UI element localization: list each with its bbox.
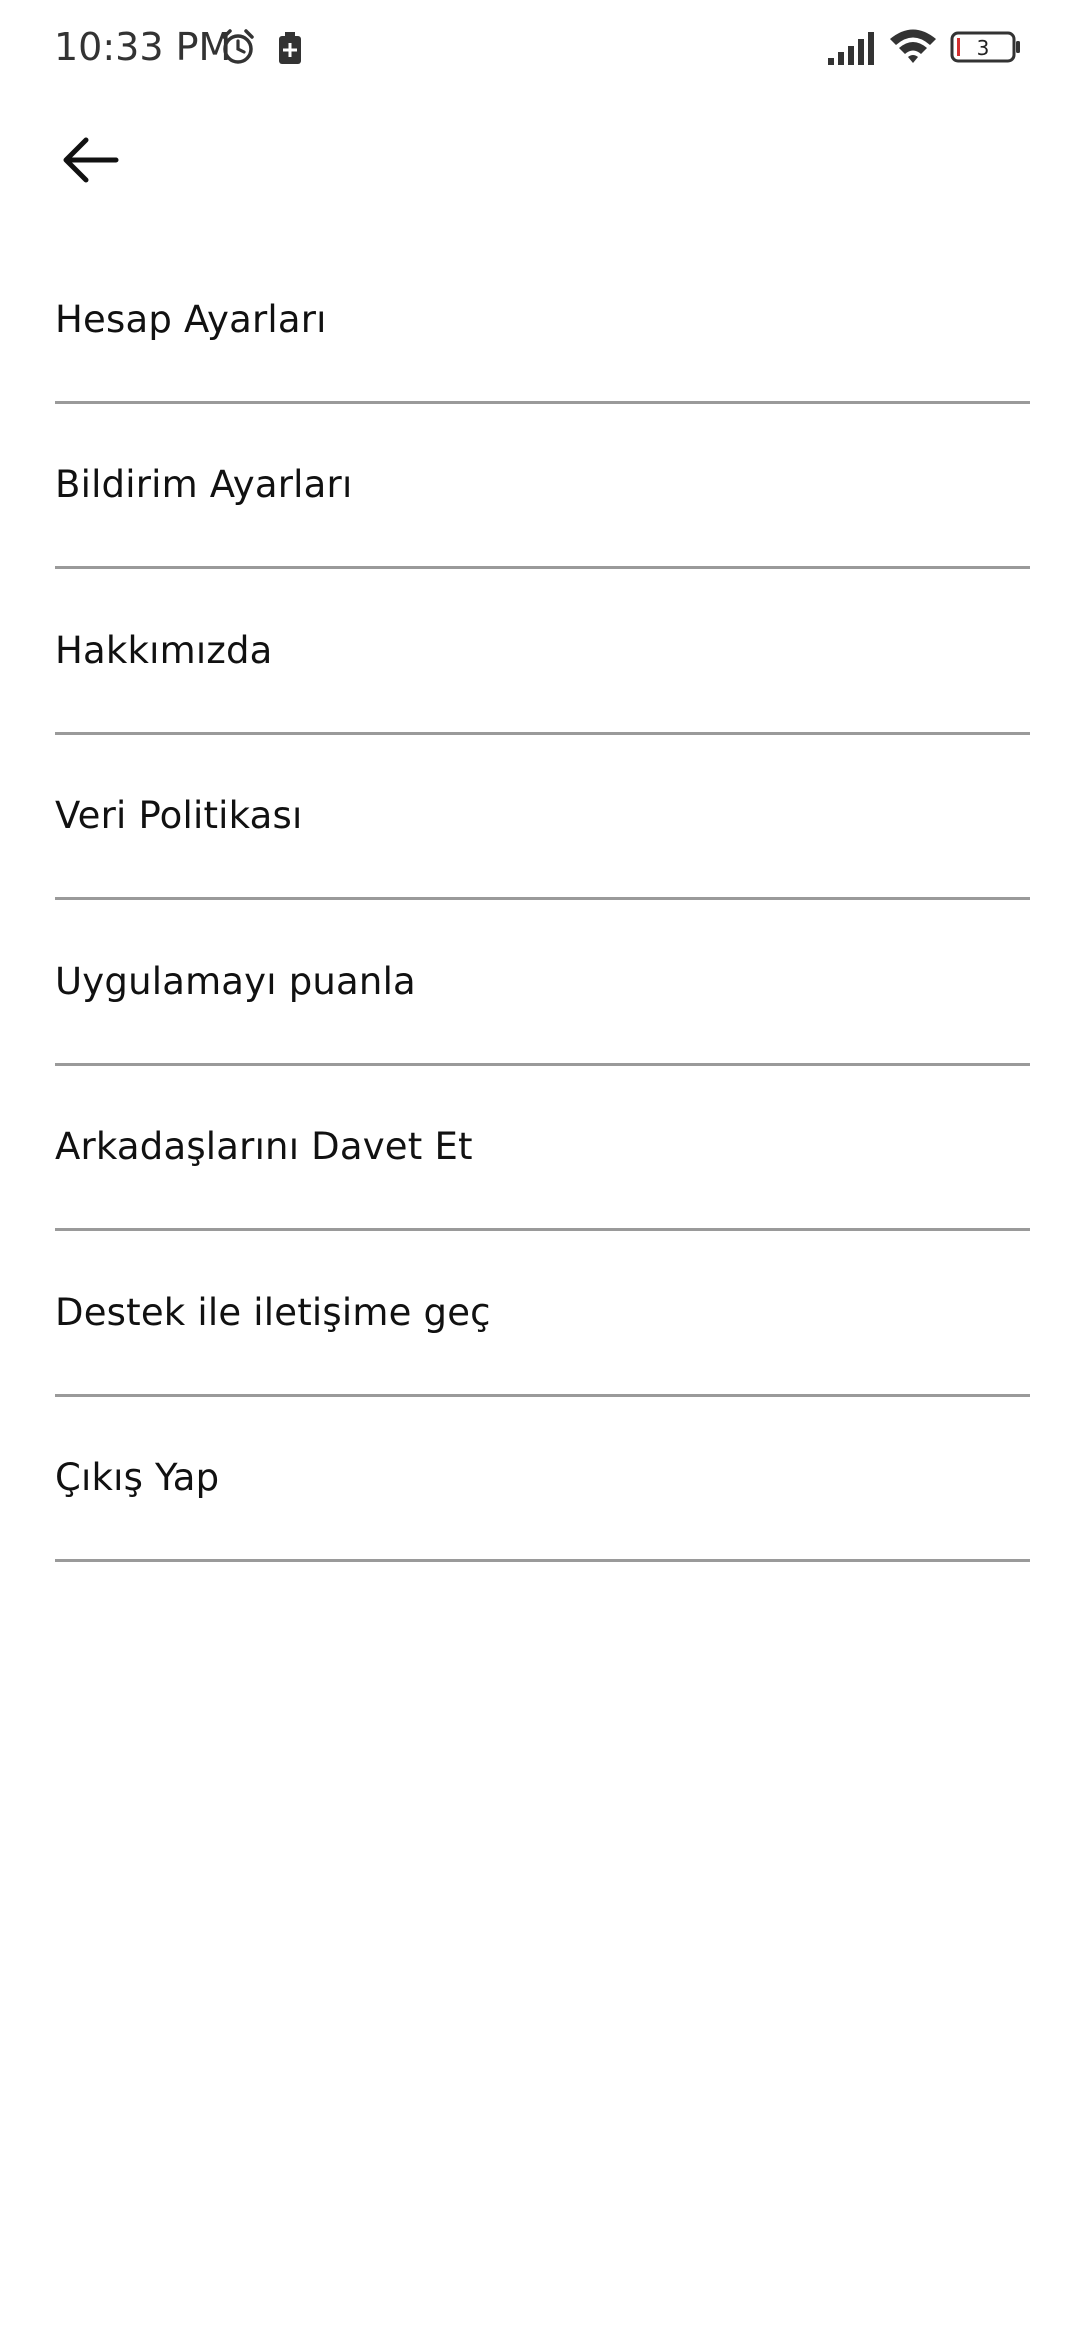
menu-item-label: Destek ile iletişime geç <box>55 1290 491 1334</box>
settings-menu: Hesap Ayarları Bildirim Ayarları Hakkımı… <box>55 238 1030 1562</box>
menu-item-veri-politikasi[interactable]: Veri Politikası <box>55 735 1030 900</box>
menu-item-hesap-ayarlari[interactable]: Hesap Ayarları <box>55 238 1030 404</box>
signal-icon <box>828 32 874 65</box>
menu-item-label: Arkadaşlarını Davet Et <box>55 1125 473 1169</box>
wifi-icon <box>890 29 936 63</box>
menu-item-destek-iletisim[interactable]: Destek ile iletişime geç <box>55 1231 1030 1397</box>
menu-item-cikis-yap[interactable]: Çıkış Yap <box>55 1397 1030 1562</box>
battery-icon: 3 <box>950 31 1020 63</box>
menu-item-label: Bildirim Ayarları <box>55 463 353 507</box>
back-arrow-icon <box>63 137 119 183</box>
battery-saver-icon <box>279 32 301 64</box>
alarm-icon <box>222 29 254 64</box>
battery-level-text: 3 <box>977 36 990 60</box>
back-button[interactable] <box>40 110 140 210</box>
menu-item-uygulamayi-puanla[interactable]: Uygulamayı puanla <box>55 900 1030 1066</box>
menu-item-label: Uygulamayı puanla <box>55 959 416 1003</box>
menu-item-label: Hesap Ayarları <box>55 297 327 341</box>
menu-item-arkadaslarini-davet-et[interactable]: Arkadaşlarını Davet Et <box>55 1066 1030 1231</box>
menu-item-label: Çıkış Yap <box>55 1456 220 1500</box>
menu-item-label: Veri Politikası <box>55 794 303 838</box>
menu-item-hakkimizda[interactable]: Hakkımızda <box>55 569 1030 735</box>
status-time: 10:33 PM <box>54 25 232 69</box>
menu-item-label: Hakkımızda <box>55 628 273 672</box>
menu-item-bildirim-ayarlari[interactable]: Bildirim Ayarları <box>55 404 1030 569</box>
status-bar: 10:33 PM 3 <box>0 0 1080 96</box>
